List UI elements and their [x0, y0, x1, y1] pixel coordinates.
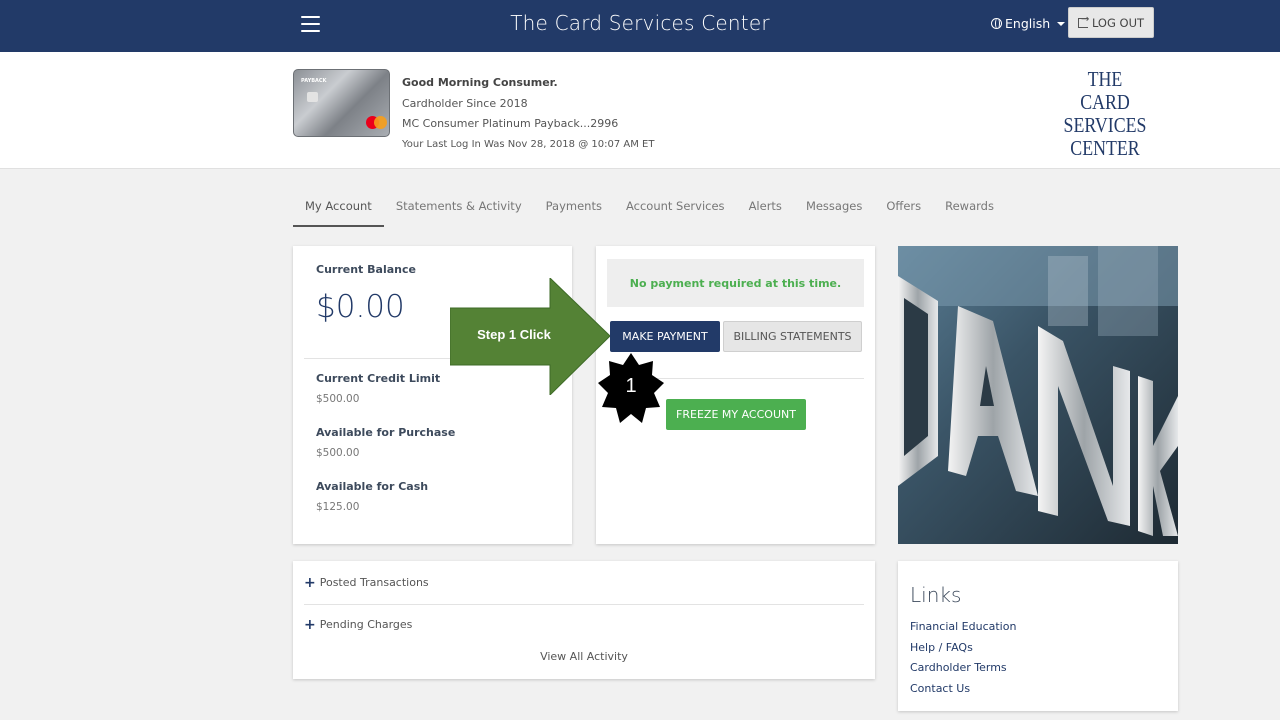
- greeting: Good Morning Consumer.: [402, 76, 558, 89]
- tab-my-account[interactable]: My Account: [293, 188, 384, 227]
- divider: [304, 604, 864, 605]
- view-all-activity-link[interactable]: View All Activity: [293, 650, 875, 663]
- available-purchase-label: Available for Purchase: [316, 426, 456, 439]
- mastercard-logo-orange: [374, 116, 387, 129]
- language-label: English: [1005, 16, 1051, 31]
- credit-limit-value: $500.00: [316, 393, 360, 405]
- available-purchase-value: $500.00: [316, 447, 360, 459]
- step-1-annotation-text: Step 1 Click: [477, 327, 551, 342]
- freeze-account-button[interactable]: FREEZE MY ACCOUNT: [666, 399, 806, 430]
- pending-charges-label: Pending Charges: [319, 618, 413, 631]
- account-summary-text: Good Morning Consumer. Cardholder Since …: [402, 73, 654, 156]
- bank-photo-illustration: [898, 246, 1178, 544]
- logo-line-3: CENTER: [1070, 136, 1140, 160]
- pending-charges-toggle[interactable]: + Pending Charges: [304, 616, 413, 633]
- logo-line-1: THE: [1087, 67, 1123, 91]
- card-brand-text: PAYBACK: [301, 78, 327, 84]
- logout-button[interactable]: LOG OUT: [1068, 7, 1154, 38]
- activity-panel: + Posted Transactions + Pending Charges …: [293, 561, 875, 679]
- link-help-faqs[interactable]: Help / FAQs: [910, 641, 973, 654]
- logo-line-2: CARD SERVICES: [1063, 90, 1147, 137]
- last-login: Your Last Log In Was Nov 28, 2018 @ 10:0…: [402, 139, 655, 151]
- link-cardholder-terms[interactable]: Cardholder Terms: [910, 661, 1007, 674]
- logout-label: LOG OUT: [1091, 15, 1145, 30]
- link-financial-education[interactable]: Financial Education: [910, 620, 1016, 633]
- tab-payments[interactable]: Payments: [534, 188, 614, 227]
- cardholder-since: Cardholder Since 2018: [402, 96, 528, 110]
- payment-notice: No payment required at this time.: [607, 259, 864, 307]
- link-contact-us[interactable]: Contact Us: [910, 682, 970, 695]
- plus-icon: +: [304, 574, 316, 591]
- credit-limit-label: Current Credit Limit: [316, 372, 441, 385]
- tab-account-services[interactable]: Account Services: [614, 188, 737, 227]
- account-tabs: My Account Statements & Activity Payment…: [293, 188, 1006, 227]
- current-balance-label: Current Balance: [316, 263, 416, 276]
- current-balance-value: $0.00: [316, 289, 405, 325]
- tab-alerts[interactable]: Alerts: [737, 188, 794, 227]
- tab-messages[interactable]: Messages: [794, 188, 874, 227]
- posted-transactions-label: Posted Transactions: [319, 576, 429, 589]
- card-chip: [307, 92, 318, 102]
- credit-card-image: PAYBACK: [293, 69, 390, 137]
- card-product: MC Consumer Platinum Payback...2996: [402, 117, 619, 131]
- tab-rewards[interactable]: Rewards: [933, 188, 1006, 227]
- tab-statements-activity[interactable]: Statements & Activity: [384, 188, 534, 227]
- available-cash-label: Available for Cash: [316, 480, 429, 493]
- available-cash-value: $125.00: [316, 501, 360, 513]
- billing-statements-button[interactable]: BILLING STATEMENTS: [723, 321, 862, 352]
- globe-icon: [991, 18, 1002, 29]
- posted-transactions-toggle[interactable]: + Posted Transactions: [304, 574, 429, 591]
- tab-offers[interactable]: Offers: [874, 188, 933, 227]
- step-number: 1: [625, 375, 637, 397]
- language-selector[interactable]: English: [991, 16, 1066, 31]
- account-header: PAYBACK Good Morning Consumer. Cardholde…: [0, 52, 1280, 169]
- links-panel: Links Financial Education Help / FAQs Ca…: [898, 561, 1178, 711]
- bank-sign-image: [898, 246, 1178, 544]
- caret-down-icon: [1057, 21, 1066, 26]
- links-title: Links: [910, 583, 962, 607]
- top-nav-bar: The Card Services Center English LOG OUT: [0, 0, 1280, 52]
- sign-out-icon: [1077, 14, 1089, 28]
- plus-icon: +: [304, 616, 316, 633]
- card-services-logo: THE CARD SERVICES CENTER: [1041, 68, 1169, 160]
- make-payment-button[interactable]: MAKE PAYMENT: [610, 321, 720, 352]
